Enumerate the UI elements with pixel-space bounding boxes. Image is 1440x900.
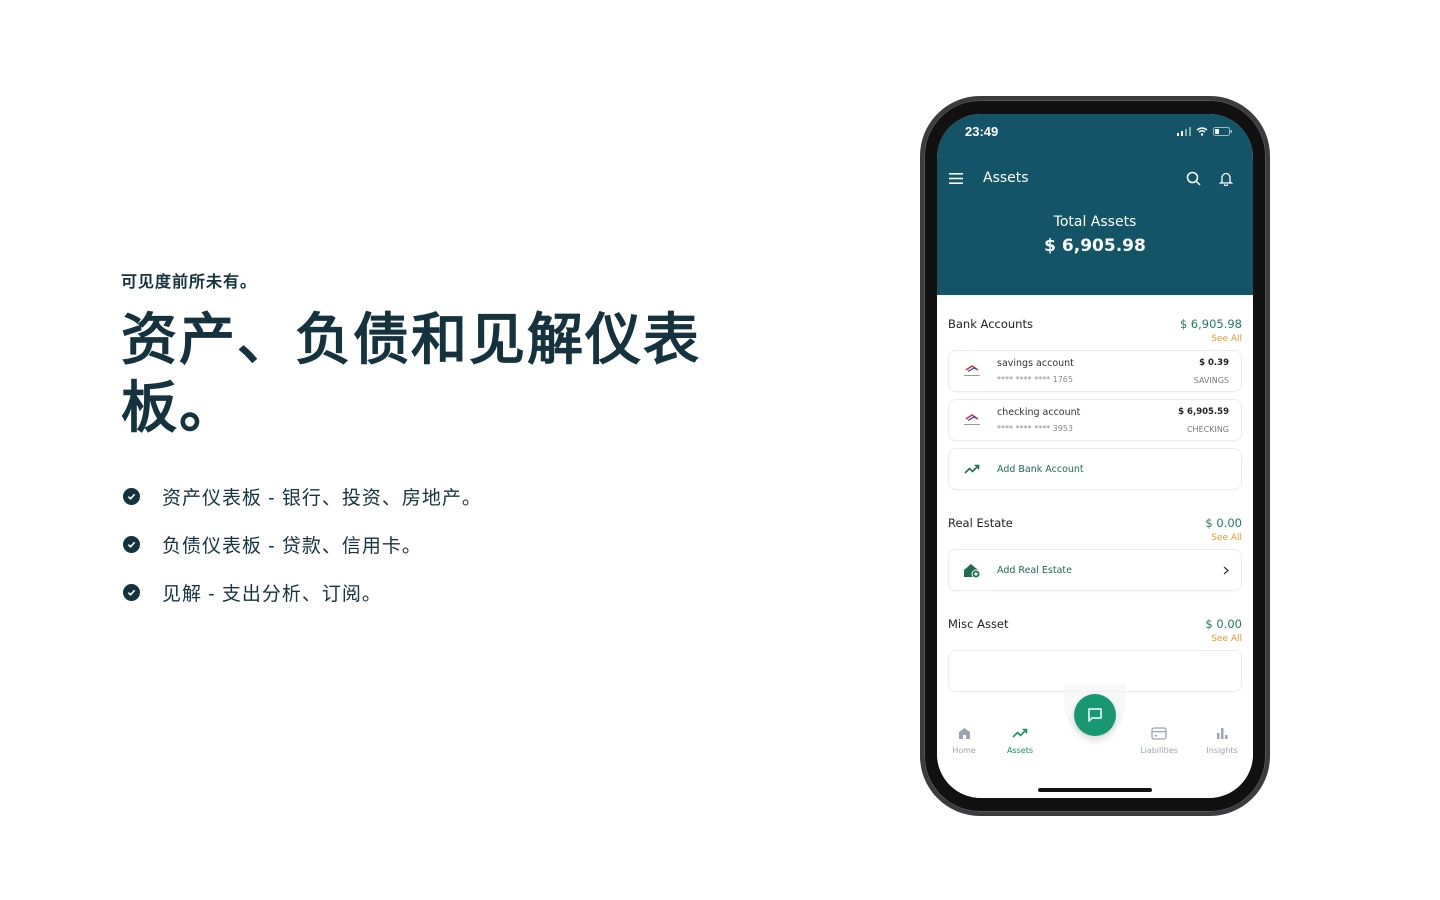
add-bank-account-button[interactable]: Add Bank Account xyxy=(948,448,1242,490)
account-type: CHECKING xyxy=(1186,424,1229,434)
see-all-link[interactable]: See All xyxy=(1180,334,1242,344)
chevron-right-icon xyxy=(1223,566,1229,574)
bar-chart-icon xyxy=(1216,728,1227,739)
feature-item: 见解 - 支出分析、订阅。 xyxy=(121,568,741,616)
bank-accounts-header: Bank Accounts $ 6,905.98 See All xyxy=(948,317,1242,344)
check-circle-icon xyxy=(123,487,140,505)
bank-logo-icon xyxy=(961,365,983,377)
tab-label: Home xyxy=(952,746,976,755)
tab-label: Insights xyxy=(1206,746,1238,755)
app-bar: Assets xyxy=(949,170,1233,186)
phone-mockup: 23:49 Assets Total Assets $ 6,905.98 Ban… xyxy=(920,96,1270,816)
signal-icon xyxy=(1177,127,1191,136)
tab-liabilities[interactable]: Liabilities xyxy=(1134,724,1184,755)
home-icon xyxy=(958,727,970,739)
tab-label: Liabilities xyxy=(1140,746,1178,755)
section-amount: $ 6,905.98 xyxy=(1179,317,1242,331)
bottom-tab-bar: Home Assets Liabilities Insights xyxy=(937,684,1253,798)
section-title: Bank Accounts xyxy=(948,317,1033,331)
add-real-estate-button[interactable]: Add Real Estate xyxy=(948,549,1242,591)
feature-text: 见解 - 支出分析、订阅。 xyxy=(162,583,382,605)
feature-item: 资产仪表板 - 银行、投资、房地产。 xyxy=(121,472,741,520)
credit-card-icon xyxy=(1151,726,1167,740)
add-real-estate-label: Add Real Estate xyxy=(997,564,1072,576)
total-assets: Total Assets $ 6,905.98 xyxy=(937,214,1253,256)
status-bar: 23:49 xyxy=(965,124,1233,139)
real-estate-header: Real Estate $ 0.00 See All xyxy=(948,516,1242,543)
see-all-link[interactable]: See All xyxy=(1205,533,1242,543)
assets-header: 23:49 Assets Total Assets $ 6,905.98 xyxy=(937,114,1253,295)
add-bank-account-label: Add Bank Account xyxy=(997,463,1084,475)
section-amount: $ 0.00 xyxy=(1205,516,1242,530)
marketing-panel: 可见度前所未有。 资产、负债和见解仪表板。 资产仪表板 - 银行、投资、房地产。… xyxy=(121,268,741,616)
assets-content: Bank Accounts $ 6,905.98 See All savings… xyxy=(937,317,1253,692)
bank-logo-icon xyxy=(961,414,983,426)
account-balance: $ 6,905.59 xyxy=(1178,406,1229,417)
bell-icon[interactable] xyxy=(1219,171,1233,186)
chat-fab-button[interactable] xyxy=(1074,694,1116,736)
feature-list: 资产仪表板 - 银行、投资、房地产。 负债仪表板 - 贷款、信用卡。 见解 - … xyxy=(121,472,741,616)
account-number: **** **** **** 1765 xyxy=(997,375,1073,384)
tab-assets[interactable]: Assets xyxy=(995,724,1045,755)
home-indicator xyxy=(1038,788,1152,792)
see-all-link[interactable]: See All xyxy=(1205,634,1242,644)
battery-icon xyxy=(1213,127,1232,136)
total-assets-label: Total Assets xyxy=(1053,214,1137,230)
feature-item: 负债仪表板 - 贷款、信用卡。 xyxy=(121,520,741,568)
account-balance: $ 0.39 xyxy=(1199,357,1229,368)
account-number: **** **** **** 3953 xyxy=(997,424,1073,433)
trending-up-icon xyxy=(1012,728,1028,738)
section-amount: $ 0.00 xyxy=(1205,617,1242,631)
tab-label: Assets xyxy=(1006,746,1034,755)
section-title: Misc Asset xyxy=(948,617,1009,631)
tab-home[interactable]: Home xyxy=(939,724,989,755)
phone-screen: 23:49 Assets Total Assets $ 6,905.98 Ban… xyxy=(937,114,1253,798)
wifi-icon xyxy=(1196,127,1208,136)
total-assets-value: $ 6,905.98 xyxy=(1044,236,1146,256)
account-name: savings account xyxy=(997,358,1074,369)
house-add-icon xyxy=(961,562,983,578)
feature-text: 资产仪表板 - 银行、投资、房地产。 xyxy=(162,487,482,509)
account-type: SAVINGS xyxy=(1193,375,1229,385)
account-card[interactable]: savings account **** **** **** 1765 $ 0.… xyxy=(948,350,1242,392)
section-title: Real Estate xyxy=(948,516,1013,530)
misc-asset-header: Misc Asset $ 0.00 See All xyxy=(948,617,1242,644)
headline: 资产、负债和见解仪表板。 xyxy=(121,308,701,439)
check-circle-icon xyxy=(123,535,140,553)
account-card[interactable]: checking account **** **** **** 3953 $ 6… xyxy=(948,399,1242,441)
tab-insights[interactable]: Insights xyxy=(1197,724,1247,755)
menu-icon[interactable] xyxy=(949,172,963,184)
check-circle-icon xyxy=(123,583,140,601)
chat-icon xyxy=(1088,708,1102,722)
feature-text: 负债仪表板 - 贷款、信用卡。 xyxy=(162,535,422,557)
account-name: checking account xyxy=(997,407,1081,418)
trending-up-icon xyxy=(961,464,983,474)
eyebrow-text: 可见度前所未有。 xyxy=(121,274,258,291)
status-time: 23:49 xyxy=(965,124,999,139)
search-icon[interactable] xyxy=(1186,171,1201,186)
page-title: Assets xyxy=(983,170,1029,186)
